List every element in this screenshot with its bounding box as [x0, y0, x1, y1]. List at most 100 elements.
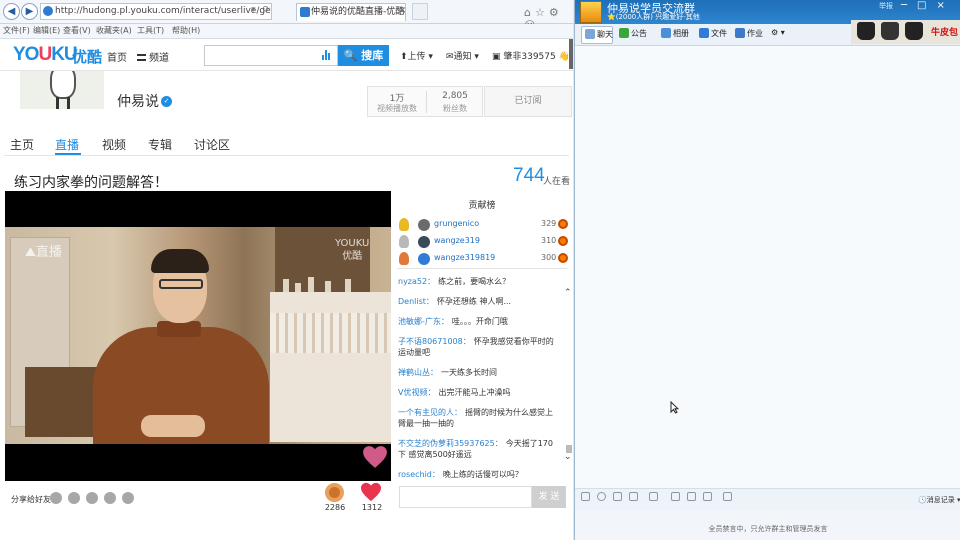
- browser-tab-youku[interactable]: 仲易说的优酷直播-优酷视频: [296, 3, 406, 21]
- address-tools-icons[interactable]: ▾ ⟳: [251, 5, 272, 15]
- chat-user[interactable]: 一个有主见的人：: [398, 408, 462, 417]
- menu-tools[interactable]: 工具(T): [137, 25, 164, 36]
- ranking-name: wangze319819: [434, 253, 496, 262]
- chevron-down-icon[interactable]: ⌄: [564, 452, 572, 462]
- menu-edit[interactable]: 编辑(E): [33, 25, 60, 36]
- menu-help[interactable]: 帮助(H): [172, 25, 200, 36]
- watermark-left-text: 直播: [35, 245, 62, 260]
- qq-tab-chat[interactable]: 聊天: [581, 26, 613, 44]
- group-avatar[interactable]: [580, 1, 602, 23]
- chat-input[interactable]: [399, 486, 532, 508]
- menu-favorites[interactable]: 收藏夹(A): [96, 25, 132, 36]
- chat-user[interactable]: rosechid：: [398, 470, 440, 479]
- send-button[interactable]: 发 送: [532, 486, 566, 508]
- qq-tab-label: 相册: [673, 29, 689, 38]
- window-controls[interactable]: ─□×: [901, 0, 955, 11]
- channel-name[interactable]: 仲易说: [117, 91, 159, 111]
- ranking-row[interactable]: wangze319819 300: [391, 251, 573, 268]
- ranking-row[interactable]: grungenico 329: [391, 217, 573, 234]
- search-trend-icon[interactable]: [322, 50, 332, 60]
- user-menu[interactable]: ▣ 肇非339575 👋: [492, 49, 570, 62]
- share-qq-icon[interactable]: [104, 492, 116, 504]
- tool-icon[interactable]: [613, 492, 622, 501]
- upload-link[interactable]: ⬆上传 ▾: [400, 49, 433, 62]
- upload-icon[interactable]: [671, 492, 680, 501]
- chat-user[interactable]: Denlist：: [398, 297, 434, 306]
- back-button[interactable]: ◀: [3, 3, 20, 20]
- qq-ad-banner[interactable]: 牛皮包: [851, 20, 960, 44]
- chat-user[interactable]: nyza52：: [398, 277, 435, 286]
- qq-chat-area[interactable]: [575, 46, 960, 488]
- qq-tab-album[interactable]: 相册: [661, 28, 689, 39]
- video-player[interactable]: ⛰直播 YOUKU 优酷: [5, 191, 391, 481]
- share-qzone-icon[interactable]: [50, 492, 62, 504]
- share-link-icon[interactable]: [122, 492, 134, 504]
- browser-window: ◀ ▶ http://hudong.pl.youku.com/interact/…: [0, 0, 573, 540]
- image-icon[interactable]: [649, 492, 658, 501]
- notify-link[interactable]: ✉通知 ▾: [446, 49, 479, 62]
- tab-discussion[interactable]: 讨论区: [194, 136, 230, 153]
- page-scrollbar[interactable]: [569, 39, 573, 69]
- settings-gear-icon[interactable]: ⚙ ▾: [771, 28, 785, 37]
- share-tencent-icon[interactable]: [68, 492, 80, 504]
- chat-user[interactable]: 不交芝的伪萝莉35937625：: [398, 439, 503, 448]
- verified-badge-icon: ✓: [161, 96, 172, 107]
- bronze-medal-icon: [399, 252, 409, 265]
- report-link[interactable]: 举报: [879, 1, 893, 11]
- tab-videos[interactable]: 视频: [102, 136, 126, 153]
- share-label: 分享给好友: [11, 495, 51, 504]
- doc-icon[interactable]: [687, 492, 696, 501]
- gift-donut-icon[interactable]: [325, 483, 344, 502]
- search-button[interactable]: 🔍 搜库: [338, 45, 389, 66]
- tab-live[interactable]: 直播: [55, 136, 79, 153]
- share-weibo-icon[interactable]: [86, 492, 98, 504]
- stat-plays-label: 视频播放数: [377, 104, 417, 113]
- history-button[interactable]: 🕓消息记录 ▾: [918, 495, 960, 505]
- qq-tab-announce[interactable]: 公告: [619, 28, 647, 39]
- screenshot-icon[interactable]: [703, 492, 712, 501]
- chevron-up-icon[interactable]: ⌃: [564, 288, 572, 298]
- avatar: [418, 253, 430, 265]
- like-heart-icon[interactable]: [362, 444, 388, 470]
- chat-message: nyza52： 练之前，要喝水么？: [398, 276, 558, 287]
- folder-icon: [699, 28, 709, 38]
- search-input[interactable]: [204, 45, 338, 66]
- url-field[interactable]: http://hudong.pl.youku.com/interact/user…: [40, 3, 272, 20]
- qq-group-window: 仲易说学员交流群 ⭐(2000人群) 兴趣爱好-其他 举报 ─□× 聊天 公告 …: [574, 0, 960, 540]
- ad-text: 牛皮包: [931, 28, 959, 38]
- gift-heart-icon[interactable]: [360, 482, 382, 502]
- font-icon[interactable]: [581, 492, 590, 501]
- chat-user[interactable]: 禅鹤山丛：: [398, 368, 438, 377]
- qq-tab-homework[interactable]: 作业: [735, 28, 763, 39]
- menu-view[interactable]: 查看(V): [63, 25, 91, 36]
- nav-channel-link[interactable]: 频道: [137, 49, 169, 64]
- watermark-youku: YOUKU: [335, 238, 370, 249]
- mute-notice: 全员禁言中，只允许群主和管理员发言: [708, 525, 828, 533]
- forward-button[interactable]: ▶: [21, 3, 38, 20]
- nav-home-link[interactable]: 首页: [107, 49, 127, 64]
- chat-user[interactable]: 子不语80671008：: [398, 337, 471, 346]
- emoji-icon[interactable]: [597, 492, 606, 501]
- menu-file[interactable]: 文件(F): [3, 25, 30, 36]
- more-icon[interactable]: [723, 492, 732, 501]
- tab-close-icon[interactable]: ×: [398, 5, 406, 16]
- chat-user[interactable]: 池敏娜-广东：: [398, 317, 449, 326]
- youku-logo[interactable]: YOUKU: [13, 44, 78, 66]
- scissors-icon[interactable]: [629, 492, 638, 501]
- ranking-row[interactable]: wangze319 310: [391, 234, 573, 251]
- qq-tab-files[interactable]: 文件: [699, 28, 727, 39]
- chat-list[interactable]: nyza52： 练之前，要喝水么？ Denlist： 怀孕还想练 神人啊... 池敏…: [398, 276, 558, 482]
- gift-heart-count: 1312: [361, 503, 383, 512]
- channel-avatar[interactable]: [20, 71, 104, 109]
- qq-tab-label: 作业: [747, 29, 763, 38]
- search-button-label: 搜库: [361, 49, 384, 62]
- divider: [397, 268, 567, 269]
- subscribed-button[interactable]: 已订阅: [484, 86, 572, 117]
- youku-logo-cn[interactable]: 优酷: [72, 46, 102, 67]
- tab-albums[interactable]: 专辑: [148, 136, 172, 153]
- chat-user[interactable]: V优视频：: [398, 388, 435, 397]
- ranking-score: 300: [541, 253, 557, 262]
- new-tab-button[interactable]: [412, 3, 428, 20]
- homework-icon: [735, 28, 745, 38]
- tab-home[interactable]: 主页: [10, 136, 34, 153]
